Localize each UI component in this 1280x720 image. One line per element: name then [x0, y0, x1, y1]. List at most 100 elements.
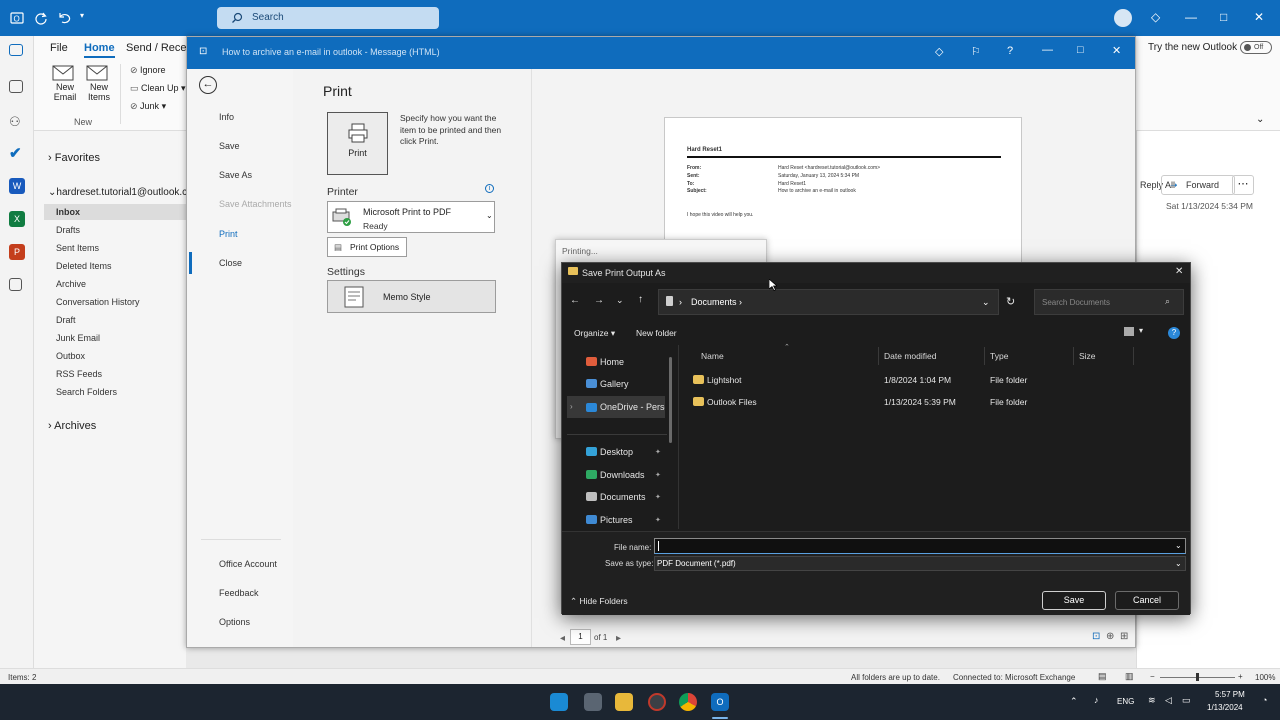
minimize-icon[interactable]: — [1185, 10, 1197, 24]
nav-scrollbar[interactable] [669, 357, 672, 443]
screen-recorder-icon[interactable] [648, 693, 666, 711]
search-documents-input[interactable]: Search Documents ⌕ [1034, 289, 1184, 315]
tab-home[interactable]: Home [84, 42, 115, 58]
zoom-out-icon[interactable]: − [1150, 672, 1155, 681]
zoom-slider-thumb[interactable] [1196, 673, 1199, 681]
folder-deleted-items[interactable]: Deleted Items [56, 261, 112, 271]
forward-button[interactable]: ➝ Forward [1161, 175, 1235, 195]
help-icon[interactable]: ? [1168, 327, 1180, 339]
customize-dropdown-icon[interactable]: ▾ [80, 11, 94, 25]
tab-file[interactable]: File [50, 42, 68, 54]
file-row[interactable]: Lightshot 1/8/2024 1:04 PM File folder [680, 369, 1185, 389]
people-icon[interactable]: ⚇ [9, 114, 25, 130]
zoom-page-icon[interactable]: ⊕ [1106, 631, 1114, 642]
nav-options[interactable]: Options [219, 617, 250, 627]
view-options-icon[interactable] [1124, 327, 1134, 336]
clock-time[interactable]: 5:57 PM [1215, 690, 1245, 699]
folder-drafts[interactable]: Drafts [56, 225, 80, 235]
search-box[interactable]: Search [217, 7, 439, 29]
cancel-button[interactable]: Cancel [1115, 591, 1179, 610]
refresh-icon[interactable]: ↻ [1006, 295, 1015, 308]
file-name-input[interactable]: ⌄ [654, 538, 1186, 554]
todo-check-icon[interactable]: ✔ [9, 144, 25, 162]
close-icon[interactable]: ✕ [1254, 10, 1264, 24]
clean-up-button[interactable]: ▭ Clean Up ▾ [130, 83, 186, 94]
battery-icon[interactable]: ▭ [1182, 695, 1191, 706]
nav-downloads[interactable]: Downloads [600, 470, 645, 480]
dialog-close-icon[interactable]: ✕ [1175, 266, 1183, 277]
apps-icon[interactable] [9, 278, 22, 291]
next-page-icon[interactable]: ▸ [616, 633, 621, 644]
ribbon-expand-chevron-icon[interactable]: ⌄ [1256, 114, 1264, 125]
back-arrow-icon[interactable]: ← [199, 76, 217, 94]
column-type[interactable]: Type [990, 351, 1008, 361]
path-documents[interactable]: Documents [691, 297, 737, 307]
mail-icon[interactable] [9, 44, 23, 56]
normal-view-icon[interactable]: ▤ [1098, 671, 1107, 682]
show-margins-icon[interactable]: ⊡ [1092, 631, 1100, 642]
language-indicator[interactable]: ENG [1117, 697, 1134, 706]
print-options-button[interactable]: ▤ Print Options [327, 237, 407, 257]
try-new-outlook-toggle[interactable]: Off [1240, 41, 1272, 54]
start-icon[interactable] [550, 693, 568, 711]
zoom-in-icon[interactable]: + [1238, 672, 1243, 681]
sync-icon[interactable] [34, 11, 48, 25]
calendar-icon[interactable] [9, 80, 23, 93]
favorites-header[interactable]: › Favorites [48, 152, 100, 164]
window-minimize-icon[interactable]: — [1042, 44, 1053, 56]
window-close-icon[interactable]: ✕ [1112, 44, 1121, 57]
junk-button[interactable]: ⊘ Junk ▾ [130, 101, 166, 112]
chrome-icon[interactable] [679, 693, 697, 711]
diamond-icon[interactable]: ◇ [935, 45, 943, 58]
nav-print[interactable]: Print [219, 229, 238, 239]
file-row[interactable]: Outlook Files 1/13/2024 5:39 PM File fol… [680, 391, 1185, 411]
column-name[interactable]: Name [701, 351, 724, 361]
save-as-type-select[interactable]: PDF Document (*.pdf) ⌄ [654, 556, 1186, 571]
nav-onedrive[interactable]: OneDrive - Personal [600, 402, 665, 412]
more-actions-icon[interactable]: ⋯ [1232, 175, 1254, 195]
printer-select[interactable]: Microsoft Print to PDF Ready ⌄ [327, 201, 495, 233]
folder-search-folders[interactable]: Search Folders [56, 387, 117, 397]
expand-onedrive-icon[interactable]: › [570, 402, 573, 411]
folder-rss-feeds[interactable]: RSS Feeds [56, 369, 102, 379]
prev-page-icon[interactable]: ◂ [560, 633, 565, 644]
coauthor-icon[interactable]: ⚐ [971, 45, 981, 58]
recent-locations-icon[interactable]: ⌄ [616, 295, 624, 306]
nav-info[interactable]: Info [219, 112, 234, 122]
up-icon[interactable]: ↑ [638, 294, 643, 305]
powerpoint-icon[interactable]: P [9, 244, 25, 260]
window-maximize-icon[interactable]: □ [1077, 44, 1084, 56]
nav-save[interactable]: Save [219, 141, 240, 151]
reading-view-icon[interactable]: ▥ [1125, 671, 1134, 682]
address-dropdown-icon[interactable]: ⌄ [982, 297, 990, 308]
memo-style-select[interactable]: Memo Style [327, 280, 496, 313]
volume-icon[interactable]: ◁ [1165, 695, 1172, 706]
undo-icon[interactable] [57, 11, 71, 25]
microphone-icon[interactable]: ♪ [1094, 695, 1099, 705]
maximize-icon[interactable]: □ [1220, 10, 1227, 24]
organize-menu[interactable]: Organize ▾ [574, 328, 615, 339]
back-icon[interactable]: ← [570, 295, 580, 306]
excel-icon[interactable]: X [9, 211, 25, 227]
folder-junk-email[interactable]: Junk Email [56, 333, 100, 343]
print-button[interactable]: Print [327, 112, 388, 175]
folder-sent-items[interactable]: Sent Items [56, 243, 99, 253]
help-icon[interactable]: ? [1007, 45, 1013, 57]
clock-date[interactable]: 1/13/2024 [1207, 703, 1243, 712]
new-items-button[interactable]: New Items [86, 64, 112, 102]
nav-close[interactable]: Close [219, 258, 242, 268]
address-bar[interactable]: › Documents › ⌄ [658, 289, 999, 315]
new-folder-button[interactable]: New folder [636, 328, 677, 338]
column-date-modified[interactable]: Date modified [884, 351, 936, 361]
wifi-icon[interactable]: ≋ [1148, 695, 1156, 706]
nav-office-account[interactable]: Office Account [219, 559, 277, 569]
notification-bell-icon[interactable]: ◔ [1262, 695, 1267, 705]
file-explorer-icon[interactable] [615, 693, 633, 711]
file-name-dropdown-icon[interactable]: ⌄ [1175, 539, 1182, 553]
outlook-taskbar-icon[interactable]: O [711, 693, 729, 711]
page-number-input[interactable]: 1 [570, 629, 591, 645]
ignore-button[interactable]: ⊘ Ignore [130, 65, 166, 76]
nav-pictures[interactable]: Pictures [600, 515, 633, 525]
folder-conversation-history[interactable]: Conversation History [56, 297, 140, 307]
word-icon[interactable]: W [9, 178, 25, 194]
